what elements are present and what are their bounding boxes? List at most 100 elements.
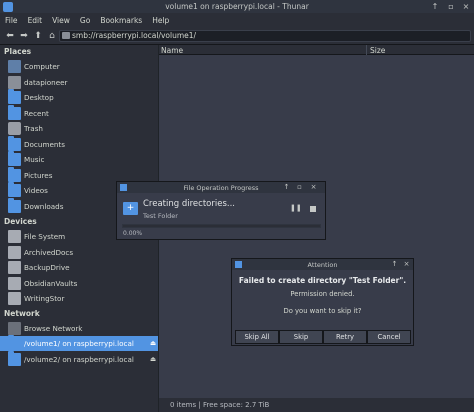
- pictures-folder-icon: [8, 167, 21, 182]
- network-folder-icon: [8, 351, 21, 366]
- attention-dialog-titlebar[interactable]: Attention ↑ ×: [232, 259, 413, 270]
- stop-icon[interactable]: [310, 206, 316, 212]
- minimize-icon[interactable]: ↑: [282, 183, 291, 191]
- network-icon: [8, 322, 21, 335]
- sidebar-item-label: WritingStor: [24, 294, 65, 303]
- folder-icon: [8, 136, 21, 151]
- eject-icon[interactable]: ⏏: [150, 339, 156, 347]
- maximize-icon[interactable]: ▫: [446, 1, 456, 12]
- sidebar-item-computer[interactable]: Computer: [0, 59, 158, 74]
- sidebar-item-label: Documents: [24, 140, 65, 149]
- drive-icon: [8, 277, 21, 290]
- downloads-folder-icon: [8, 198, 21, 213]
- sidebar-item-label: Desktop: [24, 93, 54, 102]
- sidebar-item-desktop[interactable]: Desktop: [0, 89, 158, 105]
- home-icon[interactable]: ⌂: [46, 30, 58, 42]
- column-separator[interactable]: [366, 45, 367, 55]
- sidebar-item-backupdrive[interactable]: BackupDrive: [0, 260, 158, 275]
- computer-icon: [8, 60, 21, 73]
- sidebar-item-label: /volume1/ on raspberrypi.local: [24, 339, 134, 348]
- sidebar-item-label: Videos: [24, 186, 48, 195]
- menu-go[interactable]: Go: [75, 16, 95, 25]
- sidebar-item-volume1[interactable]: /volume1/ on raspberrypi.local ⏏: [0, 335, 158, 351]
- network-drive-icon: [62, 32, 70, 39]
- close-icon[interactable]: ×: [402, 260, 411, 268]
- menu-help[interactable]: Help: [147, 16, 174, 25]
- progress-item: Test Folder: [143, 212, 178, 220]
- column-name[interactable]: Name: [161, 46, 183, 55]
- status-bar: 0 items | Free space: 2.7 TiB: [159, 398, 474, 412]
- minimize-icon[interactable]: ↑: [390, 260, 399, 268]
- retry-button[interactable]: Retry: [323, 330, 367, 344]
- sidebar-item-home[interactable]: datapioneer: [0, 75, 158, 90]
- sidebar-item-music[interactable]: Music: [0, 151, 158, 167]
- sidebar-item-volume2[interactable]: /volume2/ on raspberrypi.local ⏏: [0, 351, 158, 367]
- window-title: volume1 on raspberrypi.local - Thunar: [165, 2, 309, 11]
- dialog-app-icon: [120, 184, 127, 191]
- drive-icon: [8, 292, 21, 305]
- sidebar-item-label: Recent: [24, 109, 49, 118]
- close-icon[interactable]: ×: [461, 1, 471, 12]
- drive-icon: [8, 230, 21, 243]
- location-bar[interactable]: smb://raspberrypi.local/volume1/: [59, 30, 471, 42]
- progress-dialog: File Operation Progress ↑ ▫ × + Creating…: [116, 181, 326, 240]
- attention-message: Permission denied.: [290, 290, 355, 298]
- menubar: File Edit View Go Bookmarks Help: [0, 13, 474, 27]
- attention-buttons: Skip All Skip Retry Cancel: [235, 330, 411, 344]
- menu-view[interactable]: View: [47, 16, 75, 25]
- folder-icon: [8, 89, 21, 104]
- sidebar-item-label: Music: [24, 155, 45, 164]
- minimize-icon[interactable]: ↑: [430, 1, 440, 12]
- sidebar-item-label: Browse Network: [24, 324, 83, 333]
- sidebar-item-label: File System: [24, 232, 66, 241]
- recent-folder-icon: [8, 105, 21, 120]
- sidebar-item-browse-network[interactable]: Browse Network: [0, 321, 158, 336]
- drive-icon: [8, 246, 21, 259]
- attention-heading: Failed to create directory "Test Folder"…: [238, 276, 407, 285]
- sidebar-item-label: ObsidianVaults: [24, 279, 78, 288]
- maximize-icon[interactable]: ▫: [295, 183, 304, 191]
- progress-dialog-title: File Operation Progress: [183, 184, 259, 192]
- back-arrow-icon[interactable]: ⬅: [4, 30, 16, 42]
- music-folder-icon: [8, 151, 21, 166]
- sidebar-item-obsidianvaults[interactable]: ObsidianVaults: [0, 276, 158, 291]
- eject-icon[interactable]: ⏏: [150, 355, 156, 363]
- sidebar-item-trash[interactable]: Trash: [0, 121, 158, 136]
- sidebar-item-label: Downloads: [24, 202, 64, 211]
- forward-arrow-icon[interactable]: ➡: [18, 30, 30, 42]
- progress-dialog-titlebar[interactable]: File Operation Progress ↑ ▫ ×: [117, 182, 325, 193]
- sidebar-item-label: Trash: [24, 124, 43, 133]
- attention-question: Do you want to skip it?: [283, 307, 362, 315]
- home-icon: [8, 76, 21, 89]
- drive-icon: [8, 261, 21, 274]
- sidebar-item-label: datapioneer: [24, 78, 68, 87]
- skip-all-button[interactable]: Skip All: [235, 330, 279, 344]
- section-devices: Devices: [4, 217, 37, 226]
- sidebar-item-label: /volume2/ on raspberrypi.local: [24, 355, 134, 364]
- column-size[interactable]: Size: [370, 46, 385, 55]
- sidebar-item-label: Pictures: [24, 171, 53, 180]
- pause-icon[interactable]: ❚❚: [290, 204, 302, 212]
- menu-bookmarks[interactable]: Bookmarks: [95, 16, 147, 25]
- progress-heading: Creating directories...: [143, 199, 235, 209]
- column-header: Name Size: [159, 45, 474, 55]
- attention-dialog-title: Attention: [307, 261, 338, 269]
- dialog-app-icon: [235, 261, 242, 268]
- cancel-button[interactable]: Cancel: [367, 330, 411, 344]
- progress-bar: [122, 224, 321, 228]
- location-path: smb://raspberrypi.local/volume1/: [72, 31, 197, 40]
- section-network: Network: [4, 309, 40, 318]
- sidebar-item-documents[interactable]: Documents: [0, 136, 158, 152]
- trash-icon: [8, 122, 21, 135]
- sidebar-item-writingstor[interactable]: WritingStor: [0, 291, 158, 306]
- skip-button[interactable]: Skip: [279, 330, 323, 344]
- up-arrow-icon[interactable]: ⬆: [32, 30, 44, 42]
- videos-folder-icon: [8, 182, 21, 197]
- sidebar-item-label: ArchivedDocs: [24, 248, 74, 257]
- sidebar-item-archiveddocs[interactable]: ArchivedDocs: [0, 245, 158, 260]
- sidebar-item-recent[interactable]: Recent: [0, 105, 158, 121]
- close-icon[interactable]: ×: [309, 183, 318, 191]
- menu-edit[interactable]: Edit: [23, 16, 48, 25]
- network-folder-icon: [8, 335, 21, 350]
- menu-file[interactable]: File: [0, 16, 23, 25]
